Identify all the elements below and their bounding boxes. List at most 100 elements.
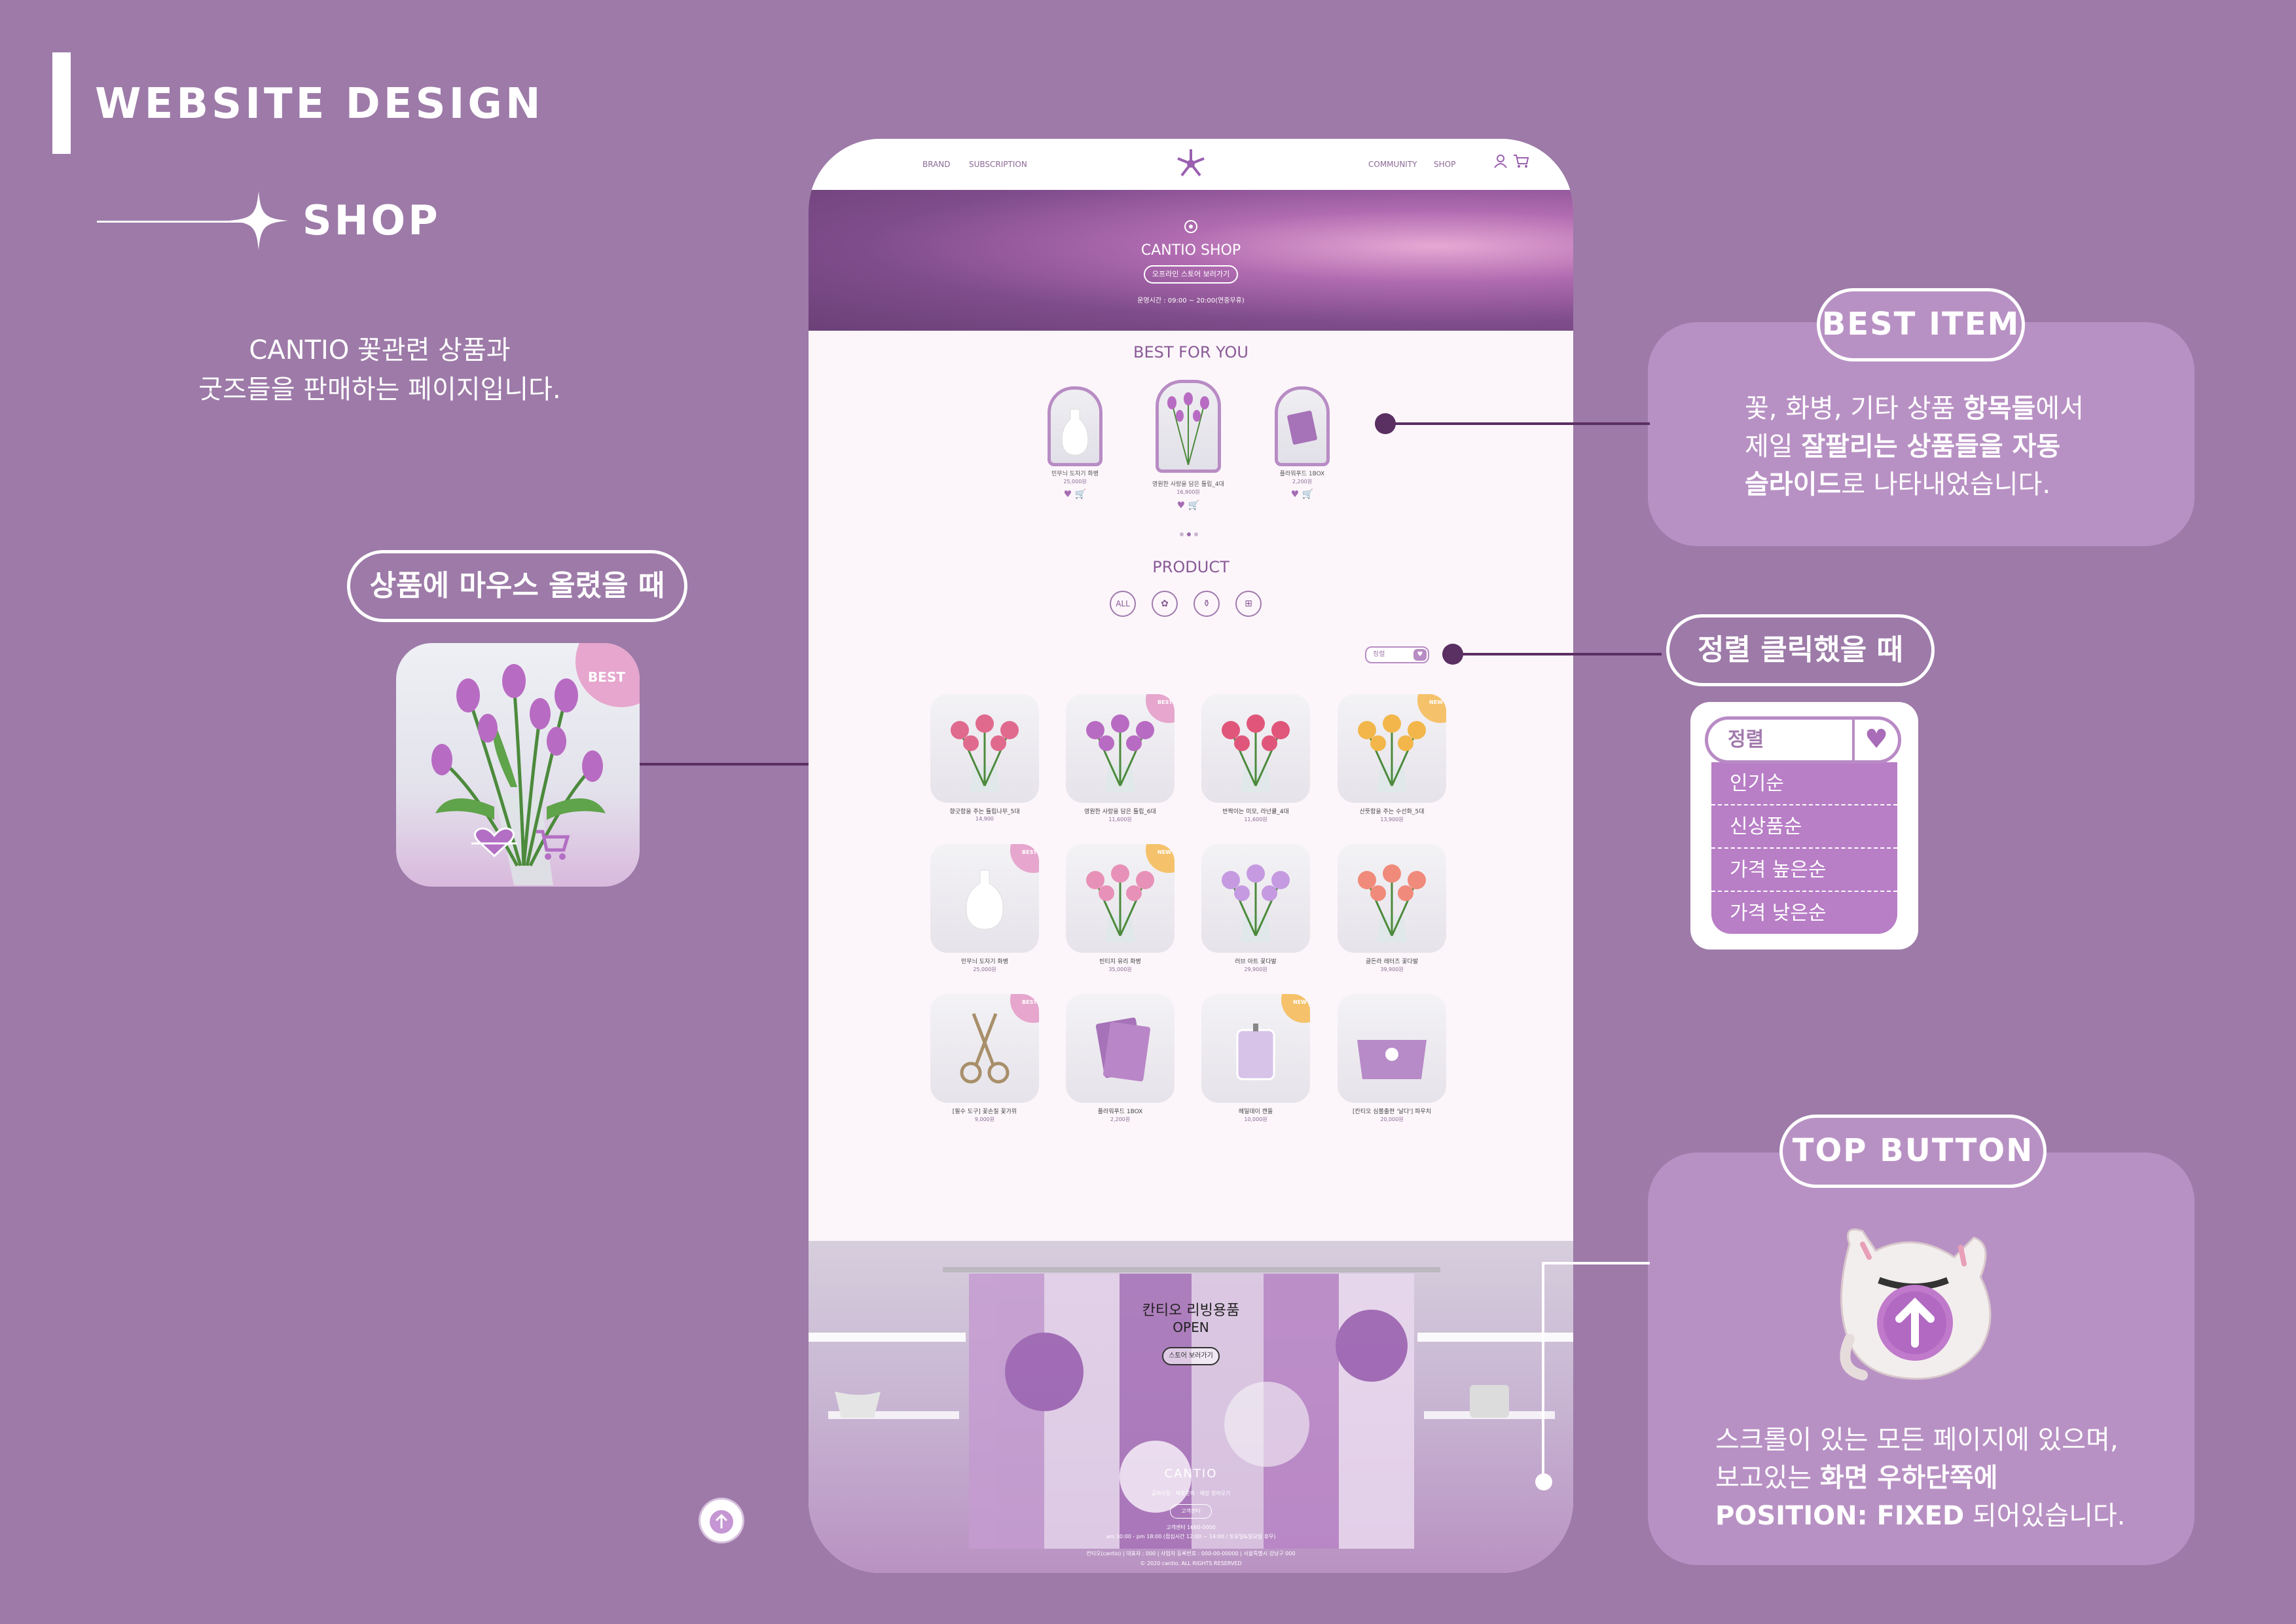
subheading-line [97, 221, 244, 223]
product-card[interactable]: BEST [1066, 694, 1175, 803]
footer-links[interactable]: 공지사항 · 제휴문의 · 매장 찾아오기 [809, 1490, 1573, 1497]
product-price: 29,900원 [1244, 967, 1267, 972]
product-card[interactable] [930, 694, 1039, 803]
sort-option-popular[interactable]: 인기순 [1711, 762, 1897, 805]
badge-label: BEST [1022, 999, 1037, 1005]
product-image [1358, 864, 1426, 942]
product-card[interactable] [1201, 694, 1310, 803]
product-name: 영원한 사랑을 담은 튤립_6대 [1084, 809, 1156, 815]
intro-line: CANTIO 꽃관련 상품과 [249, 335, 511, 365]
sort-option-price-low[interactable]: 가격 낮은순 [1711, 892, 1897, 935]
product-price: 2,200원 [1110, 1116, 1131, 1122]
heart-icon: ♥ [1413, 649, 1427, 661]
best-item-description: 꽃, 화병, 기타 상품 항목들에서 제일 잘팔리는 상품들을 자동 슬라이드로… [1745, 390, 2138, 504]
nav-link-shop[interactable]: SHOP [1434, 160, 1455, 169]
product-card[interactable] [1201, 844, 1310, 953]
product-name: 빈티지 유리 화병 [1099, 959, 1141, 965]
offline-store-button[interactable]: 오프라인 스토어 보러가기 [1144, 265, 1238, 284]
desc-bold: POSITION: FIXED [1715, 1501, 1965, 1531]
product-image [951, 714, 1019, 792]
category-gift-icon[interactable]: ⊞ [1235, 591, 1262, 617]
badge-label: BEST [1022, 849, 1037, 855]
banner-subtitle: OPEN [1173, 1320, 1209, 1335]
cart-icon[interactable] [1512, 153, 1529, 169]
slider-dot[interactable] [1194, 532, 1198, 536]
top-navigation: BRAND SUBSCRIPTION COMMUNITY SHOP [809, 139, 1573, 190]
product-price: 9,000원 [974, 1116, 995, 1122]
hover-label: 상품에 마우스 올렸을 때 [347, 550, 687, 622]
product-card[interactable]: NEW [1201, 994, 1310, 1103]
product-image [1095, 1017, 1151, 1082]
slider-dot-active[interactable] [1187, 532, 1191, 536]
nav-link-subscription[interactable]: SUBSCRIPTION [969, 160, 1027, 169]
product-price: 39,900원 [1380, 967, 1404, 972]
top-button[interactable] [701, 1500, 742, 1541]
product-card[interactable] [1066, 994, 1175, 1103]
top-button-description: 스크롤이 있는 모든 페이지에 있으며, 보고있는 화면 우하단쪽에 POSIT… [1715, 1421, 2187, 1535]
page-heading: WEBSITE DESIGN [95, 80, 544, 128]
product-price: 25,000원 [973, 967, 996, 972]
desc-text: 스크롤이 있는 모든 페이지에 있으며, [1715, 1425, 2119, 1455]
sort-option-newest[interactable]: 신상품순 [1711, 805, 1897, 849]
hover-product-card[interactable]: BEST [396, 643, 640, 887]
shop-page-mockup: BRAND SUBSCRIPTION COMMUNITY SHOP CANTIO… [809, 139, 1573, 1573]
sort-select[interactable]: 정렬 ♥ [1705, 716, 1901, 764]
category-all[interactable]: ALL [1110, 591, 1136, 617]
curtain-image [809, 1267, 1573, 1549]
connector-line [1381, 422, 1650, 425]
best-item-card[interactable] [1048, 386, 1102, 466]
badge-label: NEW [1293, 999, 1307, 1005]
best-item-name: 민무늬 도자기 화병 [1051, 471, 1099, 477]
product-name: 골든라 레터즈 꽃다발 [1365, 959, 1419, 965]
product-card[interactable]: NEW [1338, 694, 1446, 803]
footer-brand: CANTIO [1164, 1467, 1218, 1481]
store-link-button[interactable]: 스토어 보러가기 [1162, 1347, 1220, 1365]
best-item-actions[interactable]: ♥ 🛒 [1116, 500, 1260, 511]
product-section-title: PRODUCT [1152, 558, 1230, 576]
best-badge-label: BEST [588, 669, 625, 685]
category-flower-icon[interactable]: ✿ [1152, 591, 1178, 617]
product-card[interactable] [1338, 994, 1446, 1103]
product-price: 13,900원 [1380, 817, 1404, 822]
product-price: 35,000원 [1108, 967, 1132, 972]
desc-bold: 항목들 [1963, 394, 2036, 424]
sort-select-label: 정렬 [1728, 728, 1764, 751]
desc-text: 에서 [2035, 394, 2084, 424]
sort-label: 정렬 클릭했을 때 [1666, 614, 1935, 686]
cart-icon[interactable] [534, 828, 570, 864]
desc-text: 보고있는 [1715, 1463, 1820, 1493]
wishlist-icon[interactable] [471, 826, 517, 859]
best-section-title: BEST FOR YOU [1133, 343, 1248, 361]
footer-copyright: © 2020 cantio. ALL RIGHTS RESERVED [1140, 1560, 1242, 1566]
product-price: 11,600원 [1244, 817, 1267, 822]
category-vase-icon[interactable]: ⚱ [1194, 591, 1220, 617]
cat-icon[interactable] [1823, 1218, 2007, 1388]
sort-dropdown-expanded: 인기순 신상품순 가격 높은순 가격 낮은순 정렬 ♥ [1690, 702, 1918, 950]
nav-link-community[interactable]: COMMUNITY [1368, 160, 1417, 169]
product-name: 플라워푸드 1BOX [1097, 1109, 1143, 1115]
hero-title: CANTIO SHOP [1140, 242, 1241, 259]
sort-option-price-high[interactable]: 가격 높은순 [1711, 849, 1897, 892]
product-price: 11,600원 [1108, 817, 1132, 822]
product-card[interactable]: BEST [930, 844, 1039, 953]
slider-dot[interactable] [1180, 532, 1184, 536]
sort-dropdown[interactable]: 정렬 ♥ [1365, 646, 1429, 663]
desc-bold: 슬라이드 [1745, 470, 1842, 500]
top-button-label: TOP BUTTON [1779, 1115, 2047, 1188]
product-card[interactable] [1338, 844, 1446, 953]
product-card[interactable]: BEST [930, 994, 1039, 1103]
product-name: 반짝이는 미모, 라넌큘_4대 [1222, 809, 1289, 815]
best-item-card[interactable] [1156, 380, 1221, 473]
product-card[interactable]: NEW [1066, 844, 1175, 953]
connector-dot [1442, 644, 1463, 665]
best-item-actions[interactable]: ♥ 🛒 [1230, 489, 1374, 500]
logo-flower-icon[interactable] [1171, 144, 1211, 183]
customer-center-button[interactable]: 고객센터 [1170, 1504, 1212, 1519]
page-subheading: SHOP [302, 196, 441, 244]
nav-link-brand[interactable]: BRAND [922, 160, 951, 169]
best-item-name: 플라워푸드 1BOX [1279, 471, 1325, 477]
user-icon[interactable] [1493, 153, 1508, 169]
product-image [1222, 864, 1290, 942]
product-price: 10,000원 [1244, 1116, 1267, 1122]
best-item-card[interactable] [1275, 386, 1330, 466]
